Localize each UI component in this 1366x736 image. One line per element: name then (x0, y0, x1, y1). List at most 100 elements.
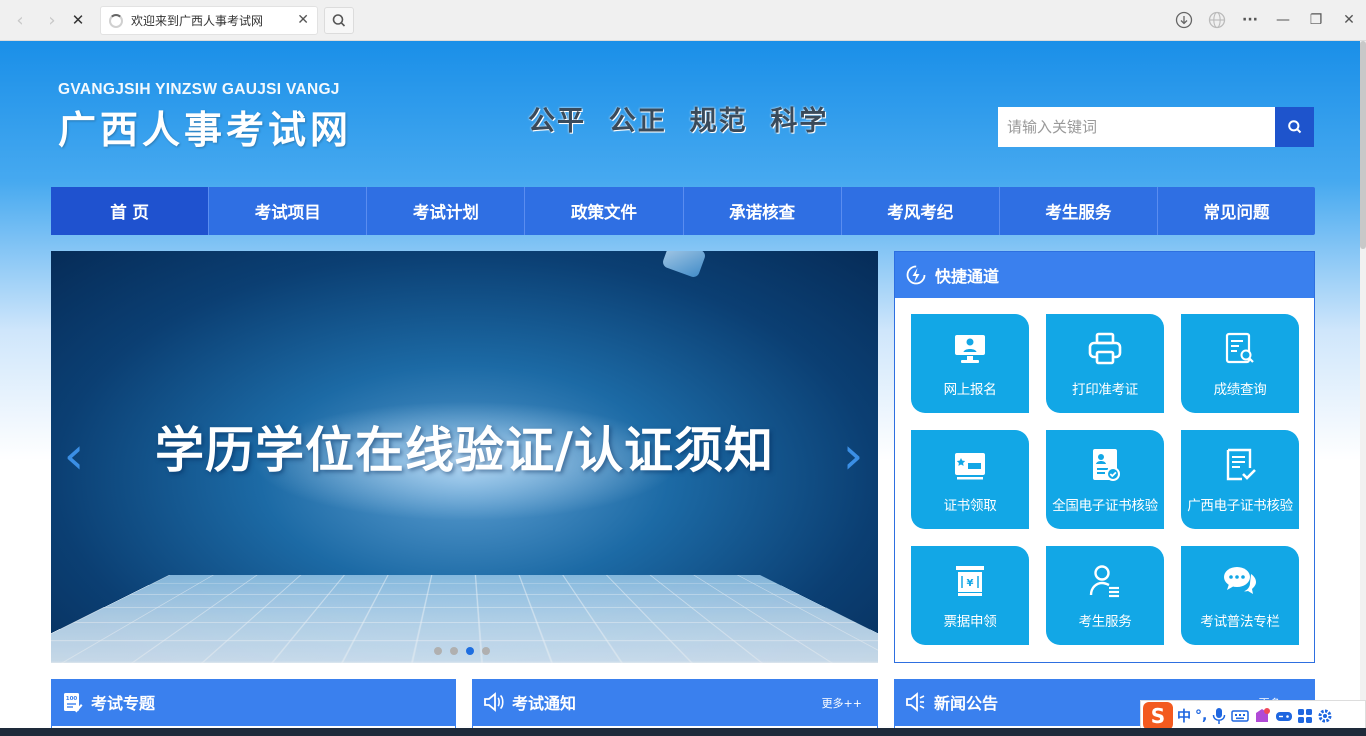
stop-icon: ✕ (71, 11, 85, 29)
main-nav: 首 页 考试项目 考试计划 政策文件 承诺核查 考风考纪 考生服务 常见问题 (51, 187, 1315, 235)
megaphone-icon (906, 692, 925, 712)
banner-carousel[interactable]: 学历学位在线验证/认证须知 ‹ › (51, 251, 878, 663)
loading-spinner-icon (109, 13, 123, 28)
monitor-icon (955, 335, 985, 363)
chevron-right-icon: › (842, 426, 864, 486)
nav-item-candidate-services[interactable]: 考生服务 (1000, 187, 1158, 235)
more-icon: ··· (1242, 12, 1258, 28)
download-icon (1175, 11, 1193, 29)
settings-icon[interactable] (1317, 708, 1333, 724)
quick-online-registration[interactable]: 网上报名 (911, 314, 1029, 413)
quick-score-query[interactable]: 成绩查询 (1181, 314, 1299, 413)
back-icon: ‹ (16, 9, 24, 31)
quick-label: 考生服务 (1078, 614, 1132, 630)
slogan: 公平 公正 规范 科学 (528, 106, 829, 137)
forward-button[interactable]: › (40, 8, 64, 32)
notices-more-link[interactable]: 更多++ (822, 695, 862, 711)
browser-search-button[interactable] (324, 7, 354, 34)
keyboard-icon[interactable] (1231, 708, 1250, 724)
banner-pagination (434, 647, 490, 655)
quick-access-panel: 快捷通道 网上报名 打印准考证 成绩查询 证书领取 全国电子证书核验 广西电子证… (894, 251, 1315, 663)
nav-item-faq[interactable]: 常见问题 (1158, 187, 1315, 235)
id-card-check-icon (1093, 449, 1120, 481)
scrollbar-thumb[interactable] (1360, 41, 1366, 249)
banner-cube-decoration (661, 251, 707, 279)
banner-prev-button[interactable]: ‹ (59, 426, 89, 486)
maximize-icon: ❐ (1309, 12, 1323, 28)
banner-next-button[interactable]: › (838, 426, 868, 486)
browser-tab[interactable]: 欢迎来到广西人事考试网 ✕ (100, 6, 318, 35)
quick-candidate-service[interactable]: 考生服务 (1046, 546, 1164, 645)
banner-title: 学历学位在线验证/认证须知 (155, 422, 774, 479)
keyword-input[interactable] (998, 107, 1275, 147)
apps-grid-icon[interactable] (1297, 708, 1313, 724)
minimize-icon: — (1276, 12, 1290, 28)
search-icon (332, 14, 346, 27)
globe-button[interactable] (1206, 9, 1228, 31)
quick-label: 票据申领 (943, 614, 997, 630)
quick-national-e-cert-verify[interactable]: 全国电子证书核验 (1046, 430, 1164, 529)
page-scrollbar[interactable] (1360, 41, 1366, 736)
chat-bubbles-icon (1224, 567, 1256, 594)
quick-receipt-apply[interactable]: ¥ 票据申领 (911, 546, 1029, 645)
stop-button[interactable]: ✕ (66, 8, 90, 32)
more-menu-button[interactable]: ··· (1239, 9, 1261, 31)
download-button[interactable] (1173, 9, 1195, 31)
skin-icon[interactable] (1253, 707, 1271, 725)
quick-access-grid: 网上报名 打印准考证 成绩查询 证书领取 全国电子证书核验 广西电子证书核验 ¥… (911, 314, 1299, 645)
quick-label: 成绩查询 (1213, 382, 1267, 398)
exam-paper-icon: 100 (64, 693, 83, 713)
back-button[interactable]: ‹ (8, 8, 32, 32)
banner-dot-active[interactable] (466, 647, 474, 655)
maximize-button[interactable]: ❐ (1305, 9, 1327, 31)
printer-icon (1088, 332, 1122, 365)
document-check-icon (1226, 448, 1256, 481)
ime-punctuation-toggle[interactable]: °, (1195, 708, 1207, 724)
window-close-button[interactable]: ✕ (1338, 9, 1360, 31)
quick-guangxi-e-cert-verify[interactable]: 广西电子证书核验 (1181, 430, 1299, 529)
nav-item-exam-projects[interactable]: 考试项目 (209, 187, 368, 235)
user-list-icon (1089, 565, 1119, 598)
minimize-button[interactable]: — (1272, 9, 1294, 31)
quick-access-header: 快捷通道 (895, 252, 1314, 298)
ime-mode-toggle[interactable]: 中 (1177, 706, 1191, 726)
quick-print-admission[interactable]: 打印准考证 (1046, 314, 1164, 413)
page: GVANGJSIH YINZSW GAUJSI VANGJ 广西人事考试网 公平… (0, 41, 1366, 736)
banner-dot[interactable] (434, 647, 442, 655)
quick-label: 网上报名 (943, 382, 997, 398)
forward-icon: › (48, 9, 56, 31)
browser-toolbar: ‹ › ✕ 欢迎来到广西人事考试网 ✕ ··· — ❐ ✕ (0, 0, 1366, 41)
window-close-icon: ✕ (1343, 12, 1355, 28)
svg-text:100: 100 (66, 696, 78, 702)
panel-header: 100 考试专题 (51, 679, 456, 725)
microphone-icon[interactable] (1211, 707, 1227, 725)
gamepad-icon[interactable] (1275, 708, 1293, 724)
lightning-icon (906, 265, 926, 285)
quick-certificate-pickup[interactable]: 证书领取 (911, 430, 1029, 529)
tab-close-icon[interactable]: ✕ (297, 12, 309, 28)
quick-label: 全国电子证书核验 (1052, 498, 1158, 514)
quick-law-column[interactable]: 考试普法专栏 (1181, 546, 1299, 645)
quick-label: 广西电子证书核验 (1187, 498, 1293, 514)
tab-title: 欢迎来到广西人事考试网 (131, 14, 264, 28)
banner-dot[interactable] (482, 647, 490, 655)
nav-item-commitment-check[interactable]: 承诺核查 (684, 187, 842, 235)
chevron-left-icon: ‹ (63, 426, 85, 486)
score-search-icon (1225, 332, 1254, 364)
quick-access-title: 快捷通道 (935, 267, 1000, 286)
site-search-button[interactable] (1275, 107, 1314, 147)
certificate-icon (955, 453, 985, 480)
panel-title: 新闻公告 (934, 694, 999, 713)
nav-item-exam-discipline[interactable]: 考风考纪 (842, 187, 1000, 235)
nav-item-home[interactable]: 首 页 (51, 187, 210, 235)
sogou-ime-icon[interactable]: S (1143, 702, 1173, 730)
site-logo[interactable]: GVANGJSIH YINZSW GAUJSI VANGJ 广西人事考试网 (58, 81, 352, 154)
panel-title: 考试通知 (512, 694, 577, 713)
nav-item-exam-plan[interactable]: 考试计划 (367, 187, 526, 235)
panel-title: 考试专题 (91, 694, 156, 713)
globe-icon (1208, 11, 1226, 29)
banner-dot[interactable] (450, 647, 458, 655)
receipt-icon: ¥ (956, 566, 984, 596)
nav-item-policy-docs[interactable]: 政策文件 (525, 187, 684, 235)
site-search (998, 107, 1314, 147)
